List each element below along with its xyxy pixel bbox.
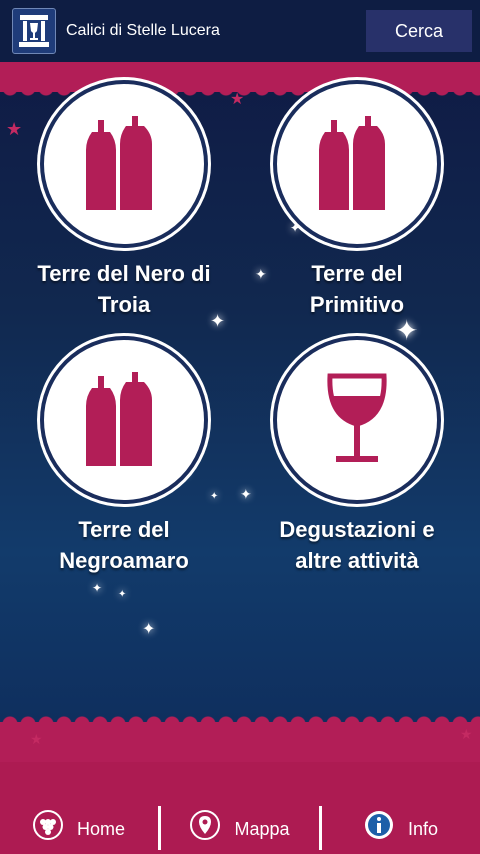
nav-home[interactable]: Home xyxy=(0,762,158,854)
wine-bottles-icon xyxy=(277,84,437,244)
tile-label: Terre del Primitivo xyxy=(309,261,405,317)
tile-nero-di-troia[interactable]: Terre del Nero di Troia xyxy=(14,84,234,317)
star-icon: ✦ xyxy=(142,621,156,638)
tile-label: Degustazioni e altre attività xyxy=(279,517,435,573)
temple-logo-icon xyxy=(12,8,56,54)
nav-label: Mappa xyxy=(234,819,290,839)
star-icon: ✦ xyxy=(118,589,127,600)
nav-mappa[interactable]: Mappa xyxy=(161,762,319,854)
wine-bottles-icon xyxy=(44,84,204,244)
map-pin-icon xyxy=(190,810,221,840)
app-header: Calici di Stelle Lucera Cerca xyxy=(0,0,480,62)
wine-bottles-icon xyxy=(44,340,204,500)
wine-glass-icon xyxy=(277,340,437,500)
crimson-bottom-band xyxy=(0,710,480,762)
nav-label: Home xyxy=(76,819,125,839)
main-area: ★ ★ ✦ ✦ ✦ ✦ ✦ ✦ ✦ ✦ ✦ ✦ ★ ★ Terre del Ne… xyxy=(0,62,480,762)
tile-negroamaro[interactable]: Terre del Negroamaro xyxy=(14,340,234,573)
app-title: Calici di Stelle Lucera xyxy=(66,22,220,39)
info-icon xyxy=(364,810,394,840)
search-button[interactable]: Cerca xyxy=(366,10,472,52)
tile-label: Terre del Nero di Troia xyxy=(37,261,211,317)
tile-primitivo[interactable]: Terre del Primitivo xyxy=(247,84,467,317)
bottom-nav: Home Mappa Info xyxy=(0,762,480,854)
star-icon: ★ xyxy=(30,731,43,747)
star-icon: ★ xyxy=(460,726,473,742)
nav-label: Info xyxy=(407,819,439,839)
star-icon: ✦ xyxy=(92,581,103,595)
nav-info[interactable]: Info xyxy=(322,762,480,854)
grapes-icon xyxy=(32,810,63,840)
tile-degustazioni[interactable]: Degustazioni e altre attività xyxy=(247,340,467,573)
tile-label: Terre del Negroamaro xyxy=(59,517,189,573)
